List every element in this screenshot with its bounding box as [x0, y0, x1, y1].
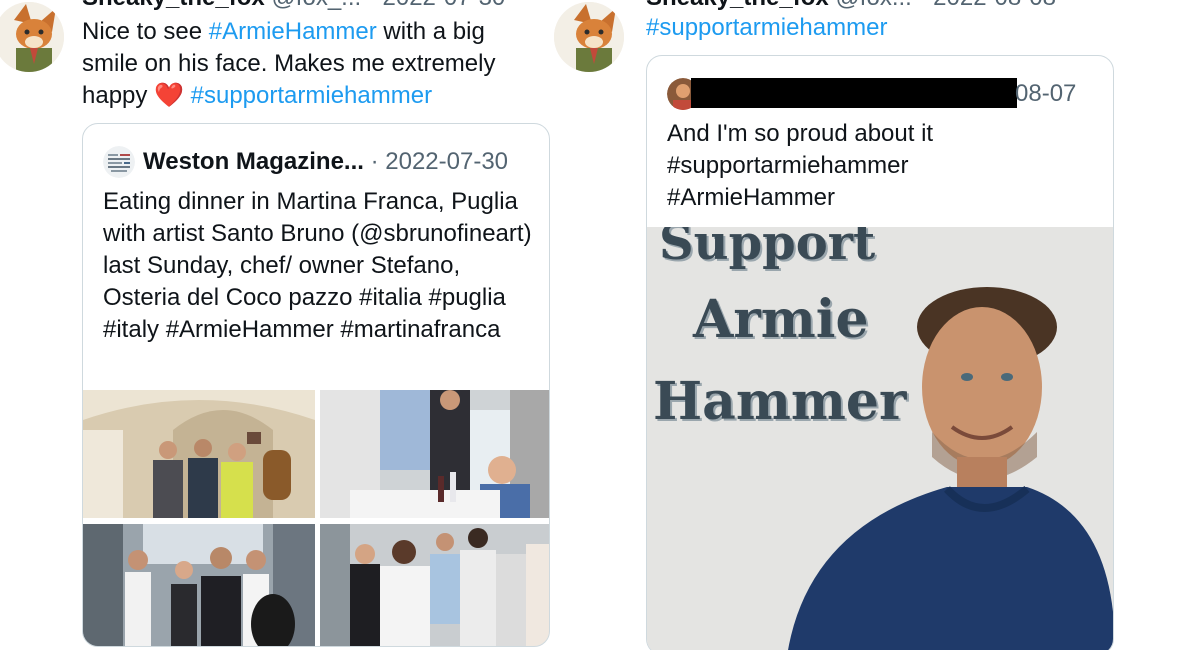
- photo-group-outside[interactable]: [83, 524, 315, 646]
- quote-date[interactable]: 2022-07-30: [385, 148, 508, 175]
- poster-word: Armie: [693, 289, 869, 350]
- hashtag-link[interactable]: #ArmieHammer: [209, 18, 377, 45]
- poster-word: Hammer: [653, 371, 907, 432]
- author-name[interactable]: Sneaky_the_fox: [82, 0, 265, 11]
- fox-avatar-icon: [554, 2, 624, 72]
- quote-tweet-card[interactable]: 08-07 And I'm so proud about it #support…: [646, 55, 1114, 650]
- tweet-date[interactable]: 2022-08-08: [933, 0, 1056, 11]
- tweet-header: Sneaky_the_fox @fox... · 2022-08-08: [646, 0, 1056, 12]
- text-segment: Nice to see: [82, 18, 209, 45]
- author-handle[interactable]: @fox...: [835, 0, 911, 11]
- quote-text: And I'm so proud about it #supportarmieh…: [667, 118, 1097, 214]
- photo-restaurant-group[interactable]: [83, 390, 315, 518]
- tweet-text: Nice to see #ArmieHammer with a big smil…: [82, 16, 522, 112]
- quote-hashtag: #ArmieHammer: [667, 184, 836, 211]
- separator: ·: [370, 148, 379, 175]
- tweet-left[interactable]: Sneaky_the_fox @fox_... · 2022-07-30 Nic…: [0, 0, 560, 650]
- quote-header: 08-07: [1015, 80, 1076, 108]
- author-name[interactable]: Sneaky_the_fox: [646, 0, 829, 11]
- avatar[interactable]: [554, 2, 624, 72]
- photo-street-crowd[interactable]: [320, 524, 549, 646]
- tweet-header: Sneaky_the_fox @fox_... · 2022-07-30: [82, 0, 505, 12]
- fox-avatar-icon: [0, 2, 64, 72]
- poster-word: Support: [659, 227, 876, 271]
- tweet-text: #supportarmiehammer: [646, 12, 1126, 44]
- quote-tweet-card[interactable]: Weston Magazine... · 2022-07-30 Eating d…: [82, 123, 550, 647]
- hashtag-link[interactable]: #supportarmiehammer: [646, 14, 887, 41]
- tweet-date[interactable]: 2022-07-30: [383, 0, 506, 11]
- quote-hashtag: #supportarmiehammer: [667, 152, 909, 179]
- photo-dinner-table[interactable]: [320, 390, 549, 518]
- quote-author-name[interactable]: Weston Magazine...: [143, 148, 364, 175]
- separator: ·: [368, 0, 376, 11]
- separator: ·: [919, 0, 927, 11]
- heart-emoji-icon: ❤️: [154, 82, 184, 109]
- avatar[interactable]: [0, 2, 64, 72]
- support-poster-image[interactable]: Support Armie Hammer: [647, 227, 1113, 650]
- quote-text: Eating dinner in Martina Franca, Puglia …: [103, 186, 533, 346]
- tweet-right[interactable]: Sneaky_the_fox @fox... · 2022-08-08 #sup…: [554, 0, 1200, 650]
- quote-body: And I'm so proud about it: [667, 120, 934, 147]
- weston-magazine-logo-icon: [103, 146, 135, 178]
- author-handle[interactable]: @fox_...: [271, 0, 361, 11]
- hashtag-link[interactable]: #supportarmiehammer: [191, 82, 432, 109]
- quote-header: Weston Magazine... · 2022-07-30: [143, 148, 508, 176]
- redaction-bar: [691, 78, 1017, 108]
- quote-date[interactable]: 08-07: [1015, 80, 1076, 107]
